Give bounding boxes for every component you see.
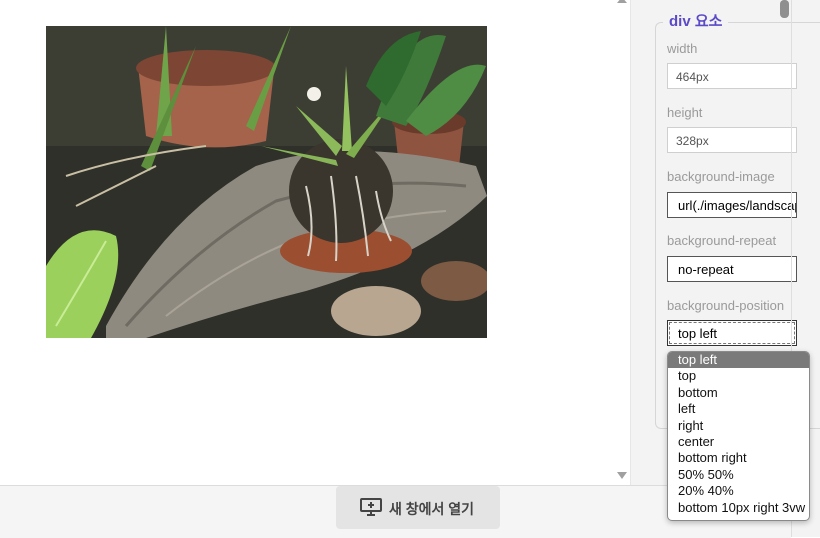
- dropdown-option[interactable]: bottom right: [668, 450, 809, 466]
- background-image-input[interactable]: url(./images/landscape.jpg): [667, 192, 797, 218]
- background-repeat-label: background-repeat: [667, 233, 777, 248]
- width-input[interactable]: 464px: [667, 63, 797, 89]
- background-image-label: background-image: [667, 169, 775, 184]
- dropdown-option[interactable]: 20% 40%: [668, 483, 809, 499]
- dropdown-option[interactable]: bottom 10px right 3vw: [668, 500, 809, 516]
- dropdown-option[interactable]: center: [668, 434, 809, 450]
- dropdown-option[interactable]: 50% 50%: [668, 467, 809, 483]
- open-new-window-button[interactable]: 새 창에서 열기: [336, 486, 500, 529]
- height-label: height: [667, 105, 703, 120]
- dropdown-option[interactable]: top left: [668, 352, 809, 369]
- open-new-window-label: 새 창에서 열기: [389, 501, 475, 517]
- preview-area: [0, 0, 618, 485]
- background-position-select[interactable]: top left: [667, 320, 797, 346]
- background-position-dropdown[interactable]: top left top bottom left right center bo…: [667, 351, 810, 521]
- background-image-box: [46, 26, 487, 338]
- fieldset-legend: div 요소: [663, 12, 729, 32]
- dropdown-option[interactable]: right: [668, 418, 809, 434]
- scroll-up-arrow-icon[interactable]: [617, 0, 627, 3]
- monitor-plus-icon: [360, 498, 382, 516]
- plants-photo: [46, 26, 487, 338]
- height-input[interactable]: 328px: [667, 127, 797, 153]
- background-repeat-select[interactable]: no-repeat: [667, 256, 797, 282]
- dropdown-option[interactable]: left: [668, 401, 809, 417]
- width-label: width: [667, 41, 698, 56]
- dropdown-option[interactable]: top: [668, 368, 809, 384]
- preview-scrollbar[interactable]: [612, 0, 630, 485]
- background-position-label: background-position: [667, 298, 785, 313]
- panel-scrollbar-thumb[interactable]: [780, 0, 789, 18]
- dropdown-option[interactable]: bottom: [668, 385, 809, 401]
- scroll-down-arrow-icon[interactable]: [617, 472, 627, 479]
